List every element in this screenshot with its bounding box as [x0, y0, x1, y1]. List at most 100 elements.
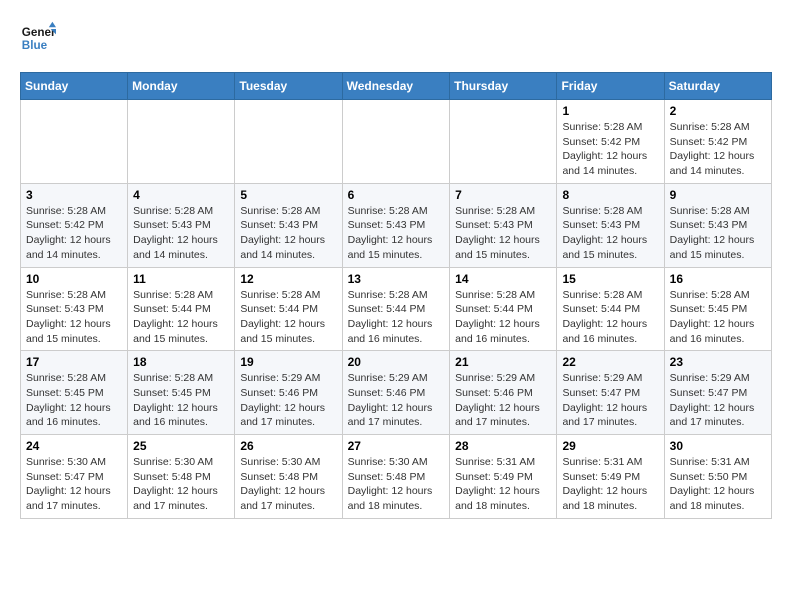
day-info: Sunrise: 5:28 AM Sunset: 5:44 PM Dayligh… — [455, 288, 551, 347]
calendar-cell: 19Sunrise: 5:29 AM Sunset: 5:46 PM Dayli… — [235, 351, 342, 435]
day-number: 30 — [670, 439, 766, 453]
svg-text:General: General — [22, 26, 56, 39]
column-header-thursday: Thursday — [450, 73, 557, 100]
calendar-cell — [21, 100, 128, 184]
calendar-cell: 21 Sunrise: 5:29 AM Sunset: 5:46 PM Dayli… — [450, 351, 557, 435]
day-info: Sunrise: 5:28 AM Sunset: 5:45 PM Dayligh… — [670, 288, 766, 347]
day-info: Sunrise: 5:29 AM Sunset: 5:46 PM Dayligh… — [240, 371, 336, 430]
day-number: 29 — [562, 439, 658, 453]
calendar-cell: 14 Sunrise: 5:28 AM Sunset: 5:44 PM Dayli… — [450, 267, 557, 351]
column-header-tuesday: Tuesday — [235, 73, 342, 100]
calendar-cell: 10Sunrise: 5:28 AM Sunset: 5:43 PM Dayli… — [21, 267, 128, 351]
column-header-friday: Friday — [557, 73, 664, 100]
day-number: 24 — [26, 439, 122, 453]
calendar-week-1: 1Sunrise: 5:28 AM Sunset: 5:42 PM Daylig… — [21, 100, 772, 184]
day-number: 23 — [670, 355, 766, 369]
day-info: Sunrise: 5:28 AM Sunset: 5:44 PM Dayligh… — [562, 288, 658, 347]
column-header-sunday: Sunday — [21, 73, 128, 100]
day-info: Sunrise: 5:30 AM Sunset: 5:48 PM Dayligh… — [240, 455, 336, 514]
column-header-wednesday: Wednesday — [342, 73, 450, 100]
day-info: Sunrise: 5:28 AM Sunset: 5:44 PM Dayligh… — [348, 288, 445, 347]
day-number: 16 — [670, 272, 766, 286]
day-info: Sunrise: 5:28 AM Sunset: 5:43 PM Dayligh… — [348, 204, 445, 263]
calendar-cell: 26 Sunrise: 5:30 AM Sunset: 5:48 PM Dayli… — [235, 435, 342, 519]
calendar-cell: 28Sunrise: 5:31 AM Sunset: 5:49 PM Dayli… — [450, 435, 557, 519]
day-info: Sunrise: 5:31 AM Sunset: 5:50 PM Dayligh… — [670, 455, 766, 514]
day-info: Sunrise: 5:28 AM Sunset: 5:44 PM Dayligh… — [240, 288, 336, 347]
column-header-monday: Monday — [128, 73, 235, 100]
day-number: 17 — [26, 355, 122, 369]
calendar-cell: 24 Sunrise: 5:30 AM Sunset: 5:47 PM Dayli… — [21, 435, 128, 519]
day-number: 18 — [133, 355, 229, 369]
calendar-cell: 20 Sunrise: 5:29 AM Sunset: 5:46 PM Dayli… — [342, 351, 450, 435]
day-number: 26 — [240, 439, 336, 453]
day-info: Sunrise: 5:28 AM Sunset: 5:42 PM Dayligh… — [670, 120, 766, 179]
day-number: 6 — [348, 188, 445, 202]
day-number: 14 — [455, 272, 551, 286]
column-header-saturday: Saturday — [664, 73, 771, 100]
day-info: Sunrise: 5:29 AM Sunset: 5:46 PM Dayligh… — [455, 371, 551, 430]
day-number: 9 — [670, 188, 766, 202]
day-info: Sunrise: 5:30 AM Sunset: 5:47 PM Dayligh… — [26, 455, 122, 514]
day-info: Sunrise: 5:28 AM Sunset: 5:43 PM Dayligh… — [455, 204, 551, 263]
calendar-header-row: SundayMondayTuesdayWednesdayThursdayFrid… — [21, 73, 772, 100]
calendar-cell: 12Sunrise: 5:28 AM Sunset: 5:44 PM Dayli… — [235, 267, 342, 351]
day-info: Sunrise: 5:28 AM Sunset: 5:44 PM Dayligh… — [133, 288, 229, 347]
calendar-cell: 13Sunrise: 5:28 AM Sunset: 5:44 PM Dayli… — [342, 267, 450, 351]
calendar-table: SundayMondayTuesdayWednesdayThursdayFrid… — [20, 72, 772, 519]
calendar-cell: 22 Sunrise: 5:29 AM Sunset: 5:47 PM Dayli… — [557, 351, 664, 435]
calendar-cell: 23Sunrise: 5:29 AM Sunset: 5:47 PM Dayli… — [664, 351, 771, 435]
day-info: Sunrise: 5:29 AM Sunset: 5:47 PM Dayligh… — [562, 371, 658, 430]
calendar-cell: 1Sunrise: 5:28 AM Sunset: 5:42 PM Daylig… — [557, 100, 664, 184]
day-number: 5 — [240, 188, 336, 202]
day-info: Sunrise: 5:28 AM Sunset: 5:42 PM Dayligh… — [562, 120, 658, 179]
day-number: 15 — [562, 272, 658, 286]
calendar-cell: 11 Sunrise: 5:28 AM Sunset: 5:44 PM Dayli… — [128, 267, 235, 351]
calendar-cell: 27Sunrise: 5:30 AM Sunset: 5:48 PM Dayli… — [342, 435, 450, 519]
day-number: 21 — [455, 355, 551, 369]
calendar-week-4: 17 Sunrise: 5:28 AM Sunset: 5:45 PM Dayli… — [21, 351, 772, 435]
day-number: 27 — [348, 439, 445, 453]
page-header: General Blue — [20, 20, 772, 56]
day-info: Sunrise: 5:28 AM Sunset: 5:43 PM Dayligh… — [133, 204, 229, 263]
day-number: 25 — [133, 439, 229, 453]
day-number: 2 — [670, 104, 766, 118]
day-number: 4 — [133, 188, 229, 202]
calendar-cell — [235, 100, 342, 184]
day-info: Sunrise: 5:28 AM Sunset: 5:42 PM Dayligh… — [26, 204, 122, 263]
calendar-cell: 7 Sunrise: 5:28 AM Sunset: 5:43 PM Daylig… — [450, 183, 557, 267]
day-info: Sunrise: 5:28 AM Sunset: 5:45 PM Dayligh… — [133, 371, 229, 430]
calendar-week-5: 24 Sunrise: 5:30 AM Sunset: 5:47 PM Dayli… — [21, 435, 772, 519]
calendar-cell — [450, 100, 557, 184]
logo: General Blue — [20, 20, 56, 56]
calendar-cell: 16 Sunrise: 5:28 AM Sunset: 5:45 PM Dayli… — [664, 267, 771, 351]
day-info: Sunrise: 5:31 AM Sunset: 5:49 PM Dayligh… — [562, 455, 658, 514]
day-number: 22 — [562, 355, 658, 369]
day-number: 28 — [455, 439, 551, 453]
calendar-cell: 8 Sunrise: 5:28 AM Sunset: 5:43 PM Daylig… — [557, 183, 664, 267]
day-number: 3 — [26, 188, 122, 202]
calendar-cell: 25Sunrise: 5:30 AM Sunset: 5:48 PM Dayli… — [128, 435, 235, 519]
day-number: 20 — [348, 355, 445, 369]
day-number: 7 — [455, 188, 551, 202]
day-info: Sunrise: 5:28 AM Sunset: 5:45 PM Dayligh… — [26, 371, 122, 430]
day-number: 11 — [133, 272, 229, 286]
day-number: 10 — [26, 272, 122, 286]
logo-icon: General Blue — [20, 20, 56, 56]
calendar-cell: 3 Sunrise: 5:28 AM Sunset: 5:42 PM Daylig… — [21, 183, 128, 267]
day-info: Sunrise: 5:28 AM Sunset: 5:43 PM Dayligh… — [562, 204, 658, 263]
calendar-cell: 5 Sunrise: 5:28 AM Sunset: 5:43 PM Daylig… — [235, 183, 342, 267]
day-info: Sunrise: 5:29 AM Sunset: 5:46 PM Dayligh… — [348, 371, 445, 430]
calendar-cell: 29 Sunrise: 5:31 AM Sunset: 5:49 PM Dayli… — [557, 435, 664, 519]
calendar-cell: 2 Sunrise: 5:28 AM Sunset: 5:42 PM Daylig… — [664, 100, 771, 184]
calendar-cell: 17 Sunrise: 5:28 AM Sunset: 5:45 PM Dayli… — [21, 351, 128, 435]
svg-text:Blue: Blue — [22, 39, 48, 52]
calendar-cell: 9 Sunrise: 5:28 AM Sunset: 5:43 PM Daylig… — [664, 183, 771, 267]
day-info: Sunrise: 5:28 AM Sunset: 5:43 PM Dayligh… — [240, 204, 336, 263]
calendar-cell — [128, 100, 235, 184]
day-info: Sunrise: 5:28 AM Sunset: 5:43 PM Dayligh… — [670, 204, 766, 263]
calendar-cell: 6 Sunrise: 5:28 AM Sunset: 5:43 PM Daylig… — [342, 183, 450, 267]
calendar-week-3: 10Sunrise: 5:28 AM Sunset: 5:43 PM Dayli… — [21, 267, 772, 351]
calendar-week-2: 3 Sunrise: 5:28 AM Sunset: 5:42 PM Daylig… — [21, 183, 772, 267]
day-number: 8 — [562, 188, 658, 202]
